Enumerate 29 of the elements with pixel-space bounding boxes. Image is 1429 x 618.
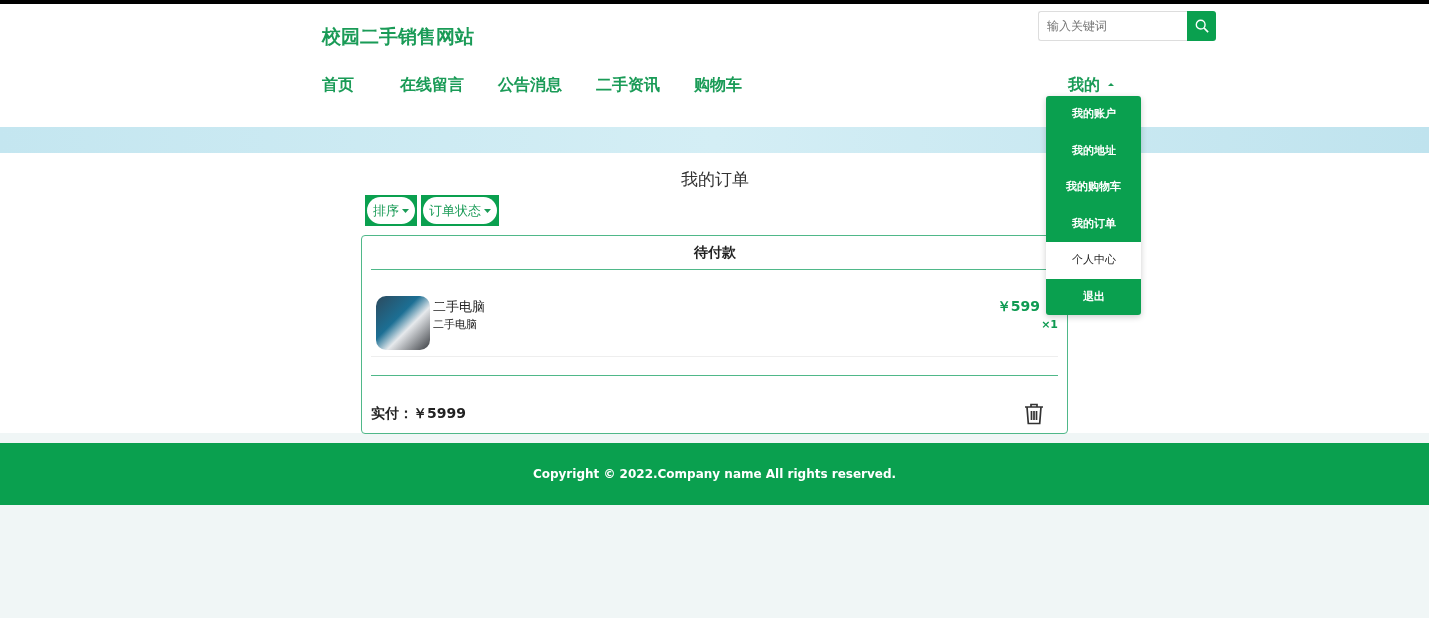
total-label: 实付： [371,404,413,423]
page-title: 我的订单 [679,168,750,191]
menu-item[interactable]: 个人中心 [1046,242,1141,279]
product-description: 二手电脑 [433,316,478,333]
trash-icon[interactable] [1024,402,1044,425]
user-menu-toggle[interactable]: 我的 [1068,72,1114,97]
nav-link[interactable]: 购物车 [694,72,742,97]
nav-link[interactable]: 在线留言 [400,72,464,97]
menu-item[interactable]: 我的地址 [1046,132,1141,169]
nav-link[interactable]: 首页 [322,72,354,97]
menu-item[interactable]: 我的购物车 [1046,169,1141,206]
dropdown-button[interactable]: 排序 [365,195,417,226]
product-name: 二手电脑 [433,298,486,316]
caret-icon [484,208,491,213]
search-icon [1194,19,1209,33]
product-price: ￥599 [996,297,1040,316]
nav-link[interactable]: 公告消息 [498,72,562,97]
total-amount: ￥5999 [413,404,466,423]
photo-placeholder [376,296,430,350]
search-field[interactable]: 输入关键词 [1038,11,1187,41]
product-quantity: ×1 [1041,317,1058,333]
menu-item[interactable]: 退出 [1046,278,1141,315]
caret-icon [402,208,409,213]
dropdown-button[interactable]: 订单状态 [421,195,499,226]
footer-bar: Copyright © 2022.Company name All rights reserved. [0,443,1429,505]
search-button[interactable] [1187,11,1216,41]
nav-link[interactable]: 二手资讯 [596,72,660,97]
menu-item[interactable]: 我的账户 [1046,96,1141,133]
site-title: 校园二手销售网站 [322,24,474,49]
